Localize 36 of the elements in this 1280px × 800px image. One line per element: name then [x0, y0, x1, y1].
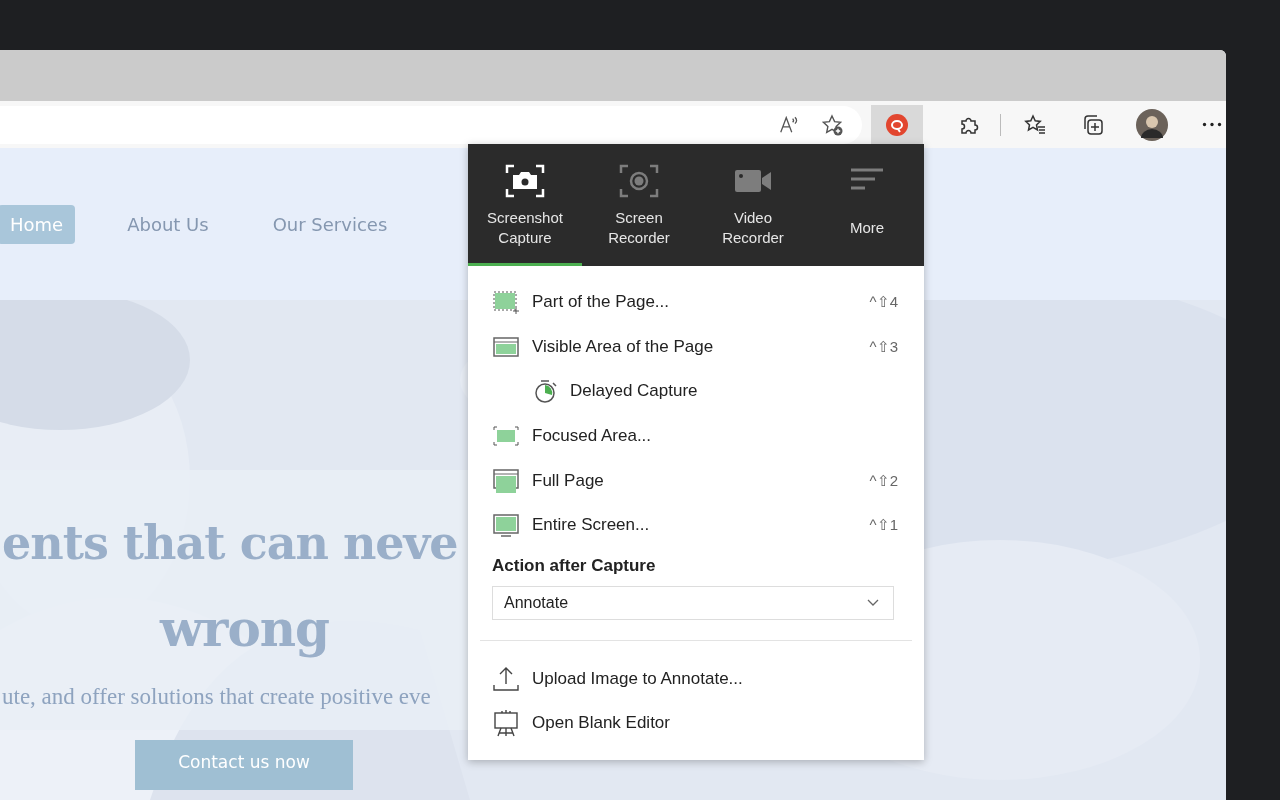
chevron-down-icon: [867, 598, 879, 607]
shortcut-label: ^⇧1: [869, 516, 898, 535]
hero-text: ute, and offer solutions that create positive eve: [1, 684, 431, 710]
shortcut-label: ^⇧2: [869, 471, 898, 490]
add-favorite-icon[interactable]: [820, 112, 844, 137]
speech-bubble-icon: [885, 112, 909, 137]
tool-tab[interactable]: Screenshot Capture: [468, 144, 582, 266]
more-icon[interactable]: [1202, 122, 1222, 127]
easel-icon: [492, 709, 520, 738]
menu-item[interactable]: Full Page ^⇧2: [492, 458, 912, 503]
extension-button[interactable]: [871, 104, 923, 145]
avatar-icon[interactable]: [1136, 108, 1168, 141]
shortcut-label: ^⇧3: [869, 337, 898, 356]
hero-heading: ents that can neve: [2, 515, 458, 572]
menu-item[interactable]: Delayed Capture: [492, 369, 912, 414]
menu-item[interactable]: Entire Screen... ^⇧1: [492, 502, 912, 548]
screen-icon: [492, 511, 520, 540]
fullpage-icon: [492, 466, 520, 495]
region-icon: [492, 288, 520, 317]
action-dropdown[interactable]: Annotate: [492, 585, 894, 620]
shortcut-label: ^⇧4: [869, 293, 898, 312]
section-heading: Action after Capture: [492, 555, 657, 576]
camera-icon: [505, 164, 545, 198]
menu-item[interactable]: Visible Area of the Page ^⇧3: [492, 324, 912, 370]
tool-tab[interactable]: Screen Recorder: [582, 144, 696, 266]
favorites-icon[interactable]: [1023, 112, 1047, 137]
tool-tab[interactable]: More: [810, 144, 924, 266]
upload-icon: [492, 664, 520, 693]
menu-item[interactable]: Focused Area...: [492, 413, 912, 459]
menu-item[interactable]: Part of the Page... ^⇧4: [492, 280, 912, 325]
collections-icon[interactable]: [1081, 112, 1105, 137]
tool-tab[interactable]: Video Recorder: [696, 144, 810, 266]
menu-item[interactable]: Open Blank Editor: [492, 701, 912, 746]
hero-heading: wrong: [160, 598, 330, 660]
record-icon: [619, 164, 659, 198]
menu-item[interactable]: Upload Image to Annotate...: [492, 656, 912, 702]
